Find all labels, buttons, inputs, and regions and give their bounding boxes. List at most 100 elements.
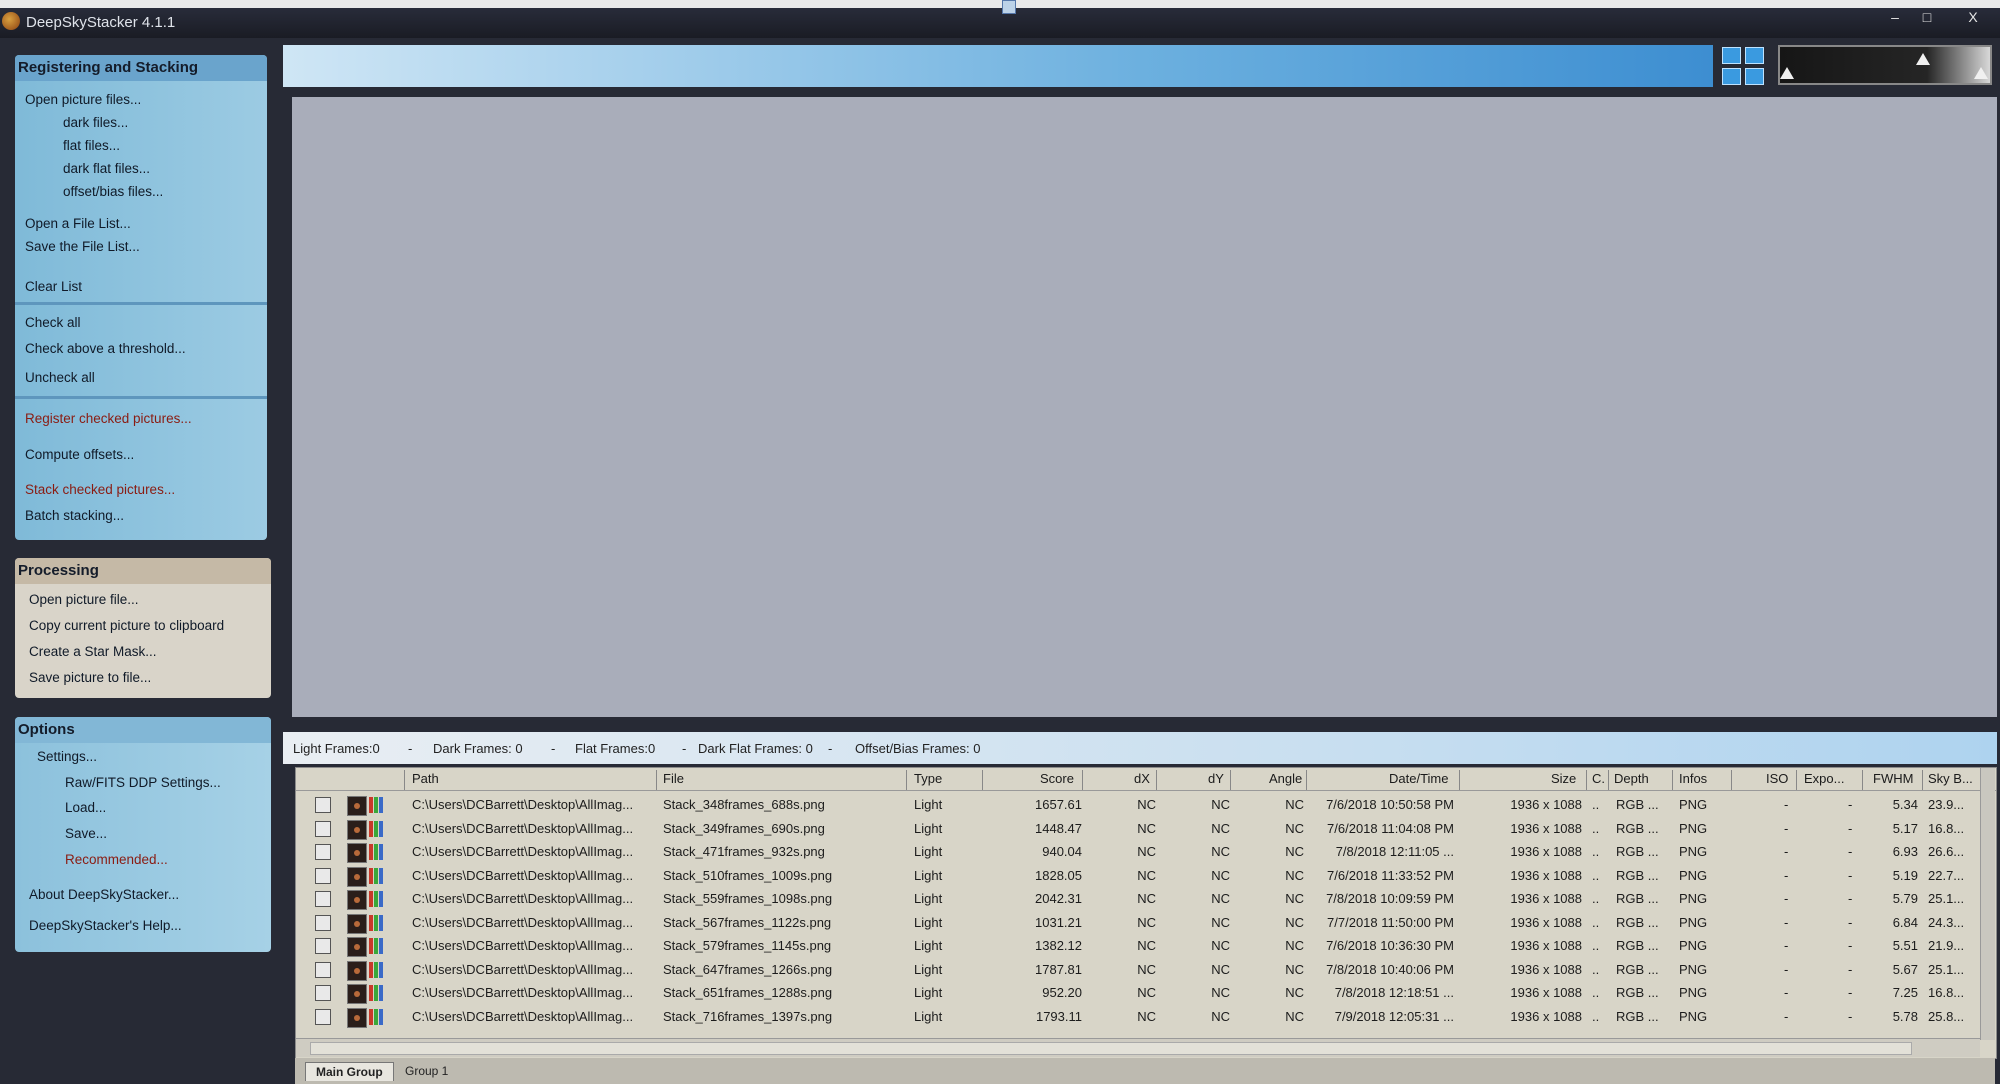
- cell-exposure: -: [1848, 844, 1853, 859]
- dark-flat-files-link[interactable]: dark flat files...: [63, 161, 150, 176]
- table-row[interactable]: C:\Users\DCBarrett\Desktop\AllImag... Sta…: [296, 817, 1986, 841]
- uncheck-all-link[interactable]: Uncheck all: [25, 370, 95, 385]
- maximize-button[interactable]: □: [1912, 8, 1942, 26]
- table-row[interactable]: C:\Users\DCBarrett\Desktop\AllImag... Sta…: [296, 840, 1986, 864]
- column-header-datetime[interactable]: Date/Time: [1389, 771, 1448, 786]
- preview-toolbar: [283, 45, 1713, 87]
- table-row[interactable]: C:\Users\DCBarrett\Desktop\AllImag... Sta…: [296, 1005, 1986, 1029]
- table-row[interactable]: C:\Users\DCBarrett\Desktop\AllImag... Sta…: [296, 934, 1986, 958]
- options-header: Options: [15, 717, 271, 743]
- open-picture-files-link[interactable]: Open picture files...: [25, 92, 141, 107]
- light-frame-icon: [347, 866, 367, 887]
- cell-file: Stack_651frames_1288s.png: [663, 985, 833, 1000]
- file-list-table: Path File Type Score dX dY Angle Date/Ti…: [295, 767, 1997, 1059]
- cell-datetime: 7/8/2018 12:11:05 ...: [1335, 844, 1454, 859]
- create-star-mask-link[interactable]: Create a Star Mask...: [29, 644, 157, 659]
- row-checkbox[interactable]: [315, 961, 331, 978]
- column-header-infos[interactable]: Infos: [1679, 771, 1707, 786]
- row-checkbox[interactable]: [315, 867, 331, 884]
- column-separator: [1459, 770, 1460, 790]
- recommended-link[interactable]: Recommended...: [65, 852, 168, 867]
- column-header-c[interactable]: C.: [1592, 771, 1605, 786]
- row-checkbox[interactable]: [315, 797, 331, 813]
- column-header-dx[interactable]: dX: [1134, 771, 1150, 786]
- table-row[interactable]: C:\Users\DCBarrett\Desktop\AllImag... Sta…: [296, 864, 1986, 888]
- load-settings-link[interactable]: Load...: [65, 800, 106, 815]
- save-settings-link[interactable]: Save...: [65, 826, 107, 841]
- cell-file: Stack_471frames_932s.png: [663, 844, 825, 859]
- column-header-score[interactable]: Score: [1040, 771, 1074, 786]
- column-header-exposure[interactable]: Expo...: [1804, 771, 1844, 786]
- cell-sky-background: 25.1...: [1928, 891, 1965, 906]
- cell-dy: NC: [1211, 844, 1230, 859]
- cell-score: 1793.11: [1035, 1008, 1082, 1024]
- cell-size: 1936 x 1088: [1510, 985, 1582, 1000]
- cell-exposure: -: [1848, 820, 1853, 836]
- save-file-list-link[interactable]: Save the File List...: [25, 239, 140, 254]
- compute-offsets-link[interactable]: Compute offsets...: [25, 447, 134, 462]
- cell-type: Light: [914, 867, 943, 883]
- row-checkbox[interactable]: [315, 985, 331, 1001]
- help-link[interactable]: DeepSkyStacker's Help...: [29, 918, 182, 933]
- row-checkbox[interactable]: [315, 914, 331, 931]
- check-all-link[interactable]: Check all: [25, 315, 81, 330]
- row-checkbox[interactable]: [315, 844, 331, 860]
- clear-list-link[interactable]: Clear List: [25, 279, 82, 294]
- tab-group-1[interactable]: Group 1: [395, 1062, 458, 1080]
- black-point-handle-icon[interactable]: [1780, 67, 1794, 79]
- cell-dx: NC: [1137, 914, 1156, 930]
- column-header-type[interactable]: Type: [914, 771, 942, 786]
- column-header-depth[interactable]: Depth: [1614, 771, 1649, 786]
- save-picture-link[interactable]: Save picture to file...: [29, 670, 151, 685]
- horizontal-scrollbar[interactable]: [296, 1038, 1980, 1057]
- midtone-handle-icon[interactable]: [1916, 53, 1930, 65]
- dark-files-link[interactable]: dark files...: [63, 115, 128, 130]
- raw-fits-settings-link[interactable]: Raw/FITS DDP Settings...: [65, 775, 221, 790]
- column-header-angle[interactable]: Angle: [1269, 771, 1302, 786]
- register-checked-link[interactable]: Register checked pictures...: [25, 411, 192, 426]
- open-picture-file-link[interactable]: Open picture file...: [29, 592, 139, 607]
- table-row[interactable]: C:\Users\DCBarrett\Desktop\AllImag... Sta…: [296, 958, 1986, 982]
- levels-gradient-control[interactable]: [1778, 45, 1992, 85]
- column-separator: [1306, 770, 1307, 790]
- table-row[interactable]: C:\Users\DCBarrett\Desktop\AllImag... Sta…: [296, 793, 1986, 817]
- table-row[interactable]: C:\Users\DCBarrett\Desktop\AllImag... Sta…: [296, 981, 1986, 1005]
- open-file-list-link[interactable]: Open a File List...: [25, 216, 131, 231]
- grip-icon[interactable]: [1002, 0, 1016, 14]
- row-checkbox[interactable]: [315, 1008, 331, 1025]
- minimize-button[interactable]: –: [1880, 8, 1910, 26]
- grid-view-icon[interactable]: [1722, 47, 1764, 85]
- stack-checked-link[interactable]: Stack checked pictures...: [25, 482, 175, 497]
- close-button[interactable]: X: [1955, 8, 1991, 26]
- batch-stacking-link[interactable]: Batch stacking...: [25, 508, 124, 523]
- cell-dy: NC: [1211, 938, 1230, 953]
- row-checkbox[interactable]: [315, 938, 331, 954]
- vertical-scrollbar[interactable]: [1980, 768, 1995, 1040]
- offset-bias-files-link[interactable]: offset/bias files...: [63, 184, 163, 199]
- cell-dx: NC: [1137, 938, 1156, 953]
- column-header-file[interactable]: File: [663, 771, 684, 786]
- column-header-fwhm[interactable]: FWHM: [1873, 771, 1913, 786]
- flat-files-link[interactable]: flat files...: [63, 138, 120, 153]
- column-header-dy[interactable]: dY: [1208, 771, 1224, 786]
- copy-to-clipboard-link[interactable]: Copy current picture to clipboard: [29, 618, 224, 633]
- table-row[interactable]: C:\Users\DCBarrett\Desktop\AllImag... Sta…: [296, 911, 1986, 935]
- image-preview[interactable]: [292, 97, 1997, 717]
- tab-main-group[interactable]: Main Group: [305, 1062, 394, 1081]
- cell-exposure: -: [1848, 1008, 1853, 1024]
- settings-link[interactable]: Settings...: [37, 749, 97, 764]
- row-checkbox[interactable]: [315, 891, 331, 907]
- cell-dy: NC: [1211, 797, 1230, 812]
- row-checkbox[interactable]: [315, 820, 331, 837]
- column-header-path[interactable]: Path: [412, 771, 439, 786]
- scrollbar-thumb[interactable]: [310, 1042, 1912, 1055]
- check-threshold-link[interactable]: Check above a threshold...: [25, 341, 186, 356]
- column-header-sky-background[interactable]: Sky B...: [1928, 771, 1973, 786]
- cell-exposure: -: [1848, 985, 1853, 1000]
- about-link[interactable]: About DeepSkyStacker...: [29, 887, 179, 902]
- white-point-handle-icon[interactable]: [1974, 67, 1988, 79]
- column-header-iso[interactable]: ISO: [1766, 771, 1788, 786]
- table-row[interactable]: C:\Users\DCBarrett\Desktop\AllImag... Sta…: [296, 887, 1986, 911]
- column-header-size[interactable]: Size: [1551, 771, 1576, 786]
- cell-dx: NC: [1137, 1008, 1156, 1024]
